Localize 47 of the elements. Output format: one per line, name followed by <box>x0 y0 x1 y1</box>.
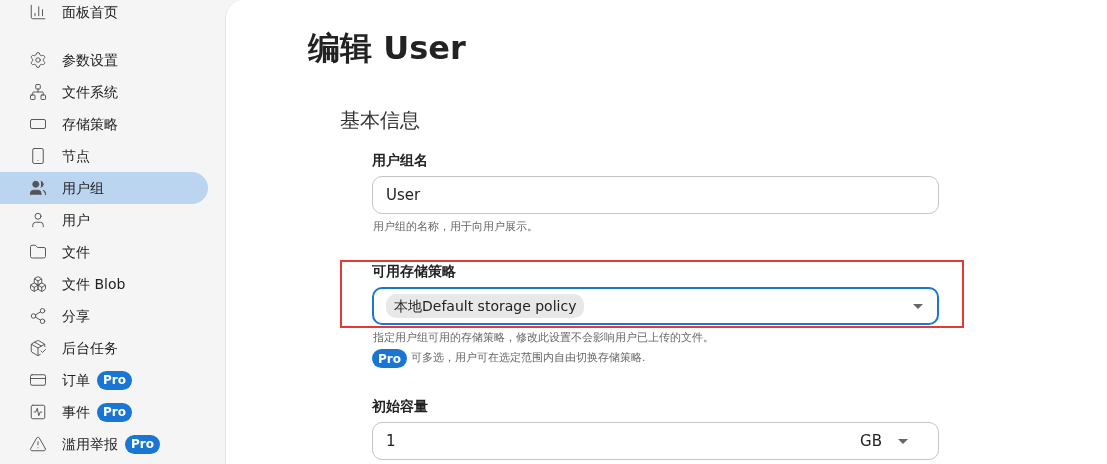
field-label: 可用存储策略 <box>372 263 457 279</box>
activity-icon <box>29 403 47 421</box>
package-icon <box>29 339 47 357</box>
sidebar-item[interactable]: 用户 <box>0 204 208 236</box>
sidebar-item[interactable]: 节点 <box>0 140 208 172</box>
text-field[interactable]: User <box>372 176 939 214</box>
pro-badge: Pro <box>125 434 160 454</box>
field-value: 1 <box>386 430 396 452</box>
pro-badge: Pro <box>372 349 407 368</box>
folder-icon <box>29 243 47 261</box>
helper-text: 可多选，用户可在选定范围内自由切换存储策略. <box>410 350 646 367</box>
section-title: 基本信息 <box>340 107 421 134</box>
sidebar-item[interactable]: 参数设置 <box>0 44 208 76</box>
pro-badge: Pro <box>97 370 132 390</box>
warning-icon <box>29 435 47 453</box>
users-icon <box>29 179 47 197</box>
settings-icon <box>29 51 47 69</box>
sidebar-item[interactable]: 用户组 <box>0 172 208 204</box>
phone-icon <box>29 147 47 165</box>
sidebar-item[interactable]: 文件 <box>0 236 208 268</box>
sidebar-item[interactable]: 文件系统 <box>0 76 208 108</box>
page-title: 编辑 User <box>308 28 467 69</box>
share-icon <box>29 307 47 325</box>
sidebar-item[interactable]: 滥用举报 Pro <box>0 428 208 460</box>
field-label: 初始容量 <box>372 398 429 414</box>
user-icon <box>29 211 47 229</box>
select-field[interactable]: 本地Default storage policy <box>372 287 939 325</box>
field-label: 用户组名 <box>372 152 429 168</box>
caret-icon <box>898 438 908 444</box>
unit-select[interactable]: GB <box>860 429 908 453</box>
number-field[interactable]: 1 GB <box>372 422 939 460</box>
card-icon <box>29 371 47 389</box>
helper-text: 用户组的名称，用于向用户展示。 <box>373 220 539 233</box>
pro-badge: Pro <box>97 402 132 422</box>
sidebar-item[interactable]: 文件 Blob <box>0 268 208 300</box>
sidebar-item[interactable]: 存储策略 <box>0 108 208 140</box>
sidebar-item[interactable]: 面板首页 <box>0 0 208 28</box>
network-icon <box>29 83 47 101</box>
caret-icon <box>913 303 923 309</box>
sidebar-item[interactable]: 订单 Pro <box>0 364 208 396</box>
helper-text: 指定用户组可用的存储策略，修改此设置不会影响用户已上传的文件。 <box>373 331 715 344</box>
sidebar-item[interactable]: 后台任务 <box>0 332 208 364</box>
chip[interactable]: 本地Default storage policy <box>386 294 585 318</box>
sidebar-item[interactable]: 事件 Pro <box>0 396 208 428</box>
boxes-icon <box>29 275 47 293</box>
chart-icon <box>29 3 47 21</box>
sidebar-item[interactable]: 分享 <box>0 300 208 332</box>
